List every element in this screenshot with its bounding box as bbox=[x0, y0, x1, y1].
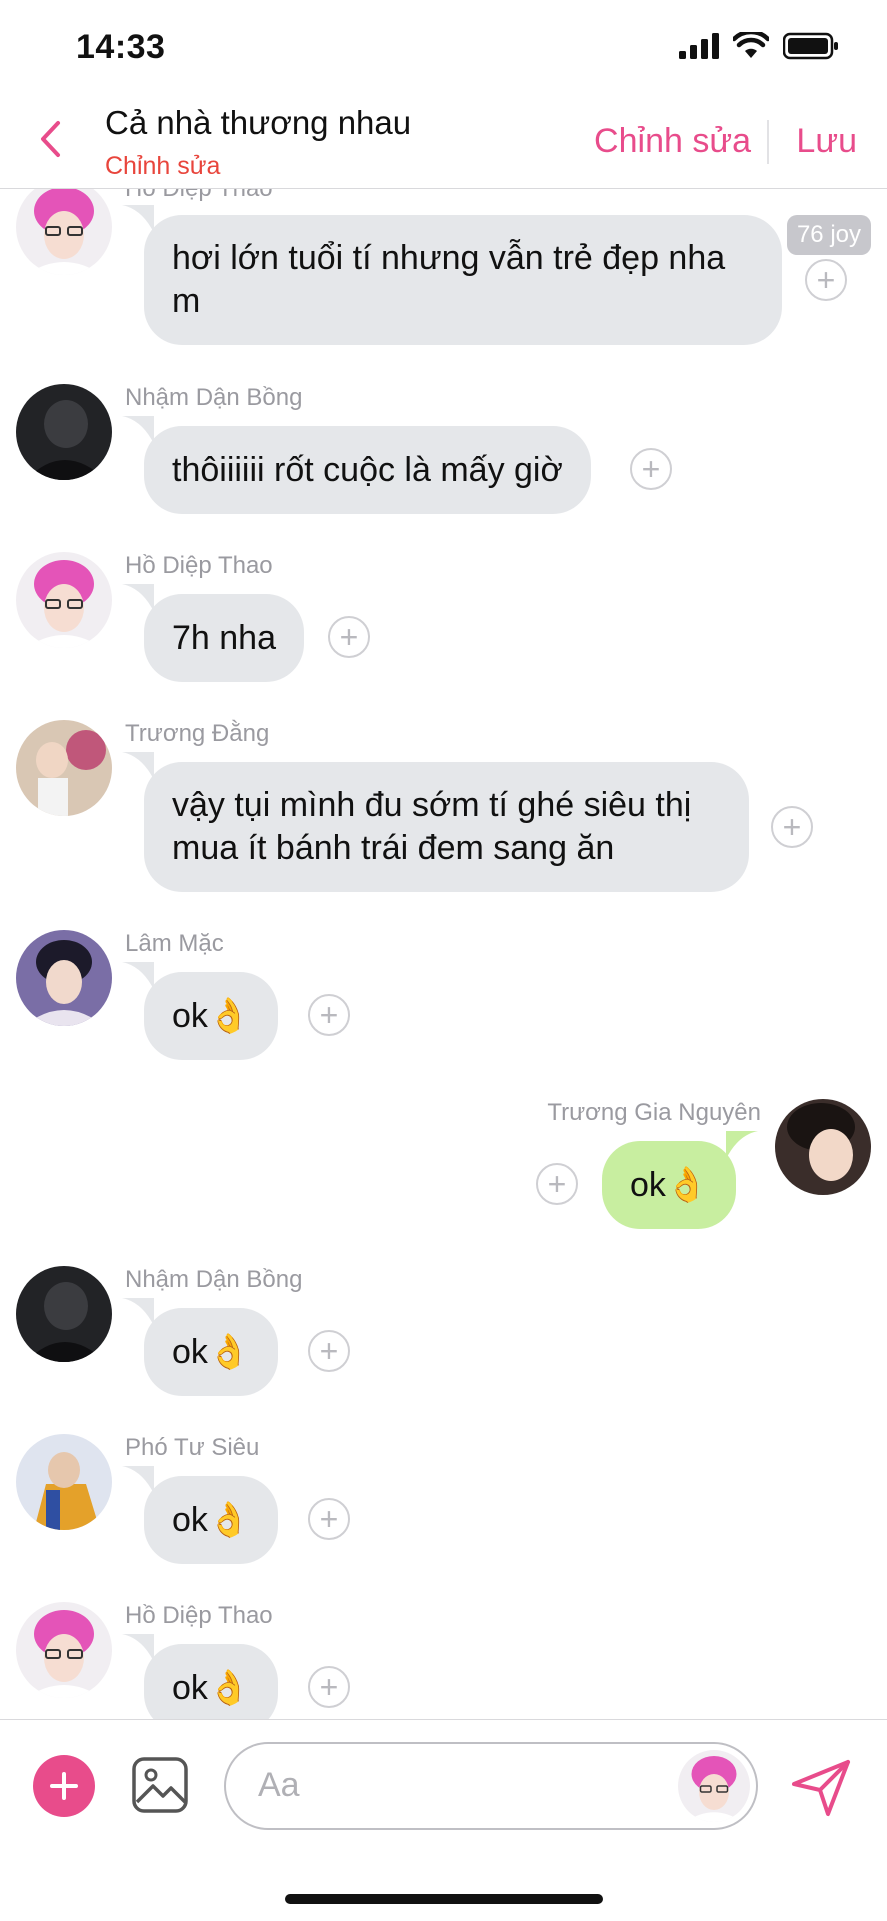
chat-title: Cả nhà thương nhau bbox=[105, 104, 412, 141]
add-reaction-button[interactable]: + bbox=[805, 259, 847, 301]
message-text: ok👌 bbox=[172, 1332, 251, 1371]
sender-name: Nhậm Dận Bồng bbox=[125, 1266, 303, 1293]
image-icon bbox=[132, 1757, 188, 1813]
sender-name: Hồ Diệp Thao bbox=[125, 552, 273, 579]
message-bubble[interactable]: 7h nha bbox=[122, 584, 304, 682]
sender-name: Phó Tư Siêu bbox=[125, 1434, 260, 1461]
back-button[interactable] bbox=[30, 114, 70, 164]
sender-name: Trương Đằng bbox=[125, 720, 270, 747]
message-input[interactable]: Aa bbox=[224, 1742, 758, 1830]
cellular-signal-icon bbox=[679, 33, 719, 59]
sender-name: Trương Gia Nguyên bbox=[547, 1099, 761, 1126]
add-reaction-button[interactable]: + bbox=[308, 994, 350, 1036]
message-list[interactable]: Hồ Diệp Thao hơi lớn tuổi tí nhưng vẫn t… bbox=[0, 189, 887, 1719]
avatar[interactable] bbox=[16, 189, 112, 275]
avatar[interactable] bbox=[16, 1602, 112, 1698]
add-reaction-button[interactable]: + bbox=[308, 1666, 350, 1708]
sender-name: Hồ Diệp Thao bbox=[125, 189, 273, 203]
battery-icon bbox=[783, 32, 838, 60]
avatar[interactable] bbox=[16, 720, 112, 816]
chat-header: Cả nhà thương nhau Chỉnh sửa Chỉnh sửa L… bbox=[0, 92, 887, 189]
message-text: ok👌 bbox=[172, 1500, 251, 1539]
message-bubble[interactable]: thôiiiiii rốt cuộc là mấy giờ bbox=[122, 416, 591, 514]
message-input-placeholder: Aa bbox=[258, 1766, 300, 1804]
send-icon bbox=[792, 1760, 850, 1816]
sender-name: Hồ Diệp Thao bbox=[125, 1602, 273, 1629]
chevron-left-icon bbox=[41, 121, 60, 157]
status-icons bbox=[679, 32, 839, 60]
message-bubble[interactable]: ok👌 bbox=[122, 1634, 279, 1719]
message-text: vậy tụi mình đu sớm tí ghé siêu thị mua … bbox=[172, 786, 692, 867]
message-text: 7h nha bbox=[172, 618, 276, 657]
add-reaction-button[interactable]: + bbox=[771, 806, 813, 848]
avatar[interactable] bbox=[16, 384, 112, 480]
message-bubble[interactable]: ok👌 bbox=[122, 1298, 279, 1396]
message-bubble[interactable]: ok👌 bbox=[602, 1131, 759, 1229]
edit-button[interactable]: Chỉnh sửa bbox=[594, 122, 751, 161]
avatar[interactable] bbox=[16, 930, 112, 1026]
add-attachment-button[interactable] bbox=[33, 1755, 95, 1817]
header-divider bbox=[767, 120, 769, 164]
message-text: ok👌 bbox=[172, 996, 251, 1035]
status-time: 14:33 bbox=[76, 28, 166, 66]
message-bubble[interactable]: ok👌 bbox=[122, 962, 279, 1060]
message-text: thôiiiiii rốt cuộc là mấy giờ bbox=[172, 450, 563, 489]
wifi-icon bbox=[733, 32, 769, 58]
message-text: ok👌 bbox=[630, 1165, 709, 1204]
message-text: ok👌 bbox=[172, 1668, 251, 1707]
composer-bar: Aa bbox=[0, 1719, 887, 1921]
avatar[interactable] bbox=[678, 1750, 750, 1822]
home-indicator bbox=[285, 1894, 603, 1904]
add-reaction-button[interactable]: + bbox=[536, 1163, 578, 1205]
send-button[interactable] bbox=[790, 1756, 852, 1818]
avatar[interactable] bbox=[775, 1099, 871, 1195]
reaction-badge[interactable]: 76 joy bbox=[786, 215, 871, 255]
add-reaction-button[interactable]: + bbox=[308, 1498, 350, 1540]
message-bubble[interactable]: vậy tụi mình đu sớm tí ghé siêu thị mua … bbox=[122, 752, 749, 892]
add-reaction-button[interactable]: + bbox=[630, 448, 672, 490]
status-bar: 14:33 bbox=[0, 0, 887, 90]
avatar[interactable] bbox=[16, 1266, 112, 1362]
chat-subtitle[interactable]: Chỉnh sửa bbox=[105, 152, 220, 181]
avatar[interactable] bbox=[16, 1434, 112, 1530]
message-bubble[interactable]: ok👌 bbox=[122, 1466, 279, 1564]
add-reaction-button[interactable]: + bbox=[308, 1330, 350, 1372]
message-text: hơi lớn tuổi tí nhưng vẫn trẻ đẹp nha m bbox=[172, 239, 726, 320]
plus-icon bbox=[50, 1772, 78, 1800]
message-bubble[interactable]: hơi lớn tuổi tí nhưng vẫn trẻ đẹp nha m bbox=[122, 205, 782, 345]
sender-name: Nhậm Dận Bồng bbox=[125, 384, 303, 411]
avatar[interactable] bbox=[16, 552, 112, 648]
sender-name: Lâm Mặc bbox=[125, 930, 224, 957]
add-reaction-button[interactable]: + bbox=[328, 616, 370, 658]
image-picker-button[interactable] bbox=[131, 1756, 189, 1814]
save-button[interactable]: Lưu bbox=[796, 122, 857, 161]
